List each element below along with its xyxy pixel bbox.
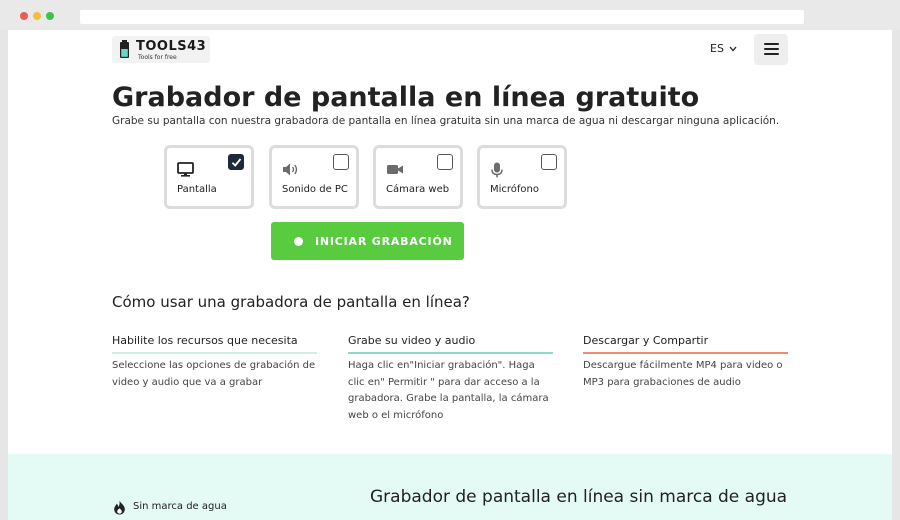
speaker-icon (283, 163, 298, 176)
menu-button[interactable] (754, 34, 788, 65)
step-1-text: Seleccione las opciones de grabación de … (112, 360, 316, 388)
option-microphone-label: Micrófono (490, 184, 540, 195)
browser-chrome (0, 0, 900, 30)
step-2-title: Grabe su video y audio (348, 334, 476, 347)
start-recording-button[interactable]: INICIAR GRABACIÓN (271, 222, 464, 260)
language-selector[interactable]: ES (710, 42, 737, 55)
flame-icon (114, 500, 125, 515)
language-code: ES (710, 42, 724, 55)
maximize-window-dot[interactable] (46, 12, 54, 20)
hamburger-icon (764, 43, 779, 45)
option-screen-checkbox[interactable] (228, 154, 244, 170)
chevron-down-icon (729, 46, 737, 52)
monitor-icon (177, 162, 194, 177)
page: TOOLS43 Tools for free ES Grabador de pa… (8, 30, 892, 520)
close-window-dot[interactable] (20, 12, 28, 20)
option-microphone-checkbox[interactable] (541, 154, 557, 170)
option-pc-sound[interactable]: Sonido de PC (269, 145, 359, 209)
record-dot-icon (294, 237, 303, 246)
step-3-title: Descargar y Compartir (583, 334, 709, 347)
logo-tagline: Tools for free (138, 54, 177, 61)
option-webcam[interactable]: Cámara web (373, 145, 463, 209)
checkmark-icon (231, 157, 241, 167)
option-webcam-label: Cámara web (386, 184, 450, 195)
hamburger-icon-line (764, 48, 779, 50)
step-3-text: Descargue fácilmente MP4 para video o MP… (583, 360, 783, 388)
page-subtitle: Grabe su pantalla con nuestra grabadora … (112, 115, 780, 127)
minimize-window-dot[interactable] (33, 12, 41, 20)
how-to-title: Cómo usar una grabadora de pantalla en l… (112, 293, 470, 311)
logo-text: TOOLS43 (136, 39, 207, 54)
step-2-text: Haga clic en"Iniciar grabación". Haga cl… (348, 360, 549, 421)
step-2-underline (348, 352, 553, 354)
no-watermark-label: Sin marca de agua (133, 501, 227, 512)
page-title: Grabador de pantalla en línea gratuito (112, 82, 700, 113)
start-recording-label: INICIAR GRABACIÓN (315, 235, 453, 248)
option-screen[interactable]: Pantalla (164, 145, 254, 209)
step-1-title: Habilite los recursos que necesita (112, 334, 298, 347)
option-screen-label: Pantalla (177, 184, 217, 195)
step-1-underline (112, 352, 317, 354)
site-logo[interactable]: TOOLS43 Tools for free (112, 36, 210, 63)
camera-icon (387, 165, 403, 174)
address-bar[interactable] (80, 10, 804, 24)
option-webcam-checkbox[interactable] (437, 154, 453, 170)
feature-band-title: Grabador de pantalla en línea sin marca … (370, 487, 788, 507)
option-microphone[interactable]: Micrófono (477, 145, 567, 209)
microphone-icon (491, 162, 503, 178)
step-3-underline (583, 352, 788, 354)
option-pc-sound-label: Sonido de PC (282, 184, 348, 195)
logo-battery-icon (120, 40, 129, 58)
option-pc-sound-checkbox[interactable] (333, 154, 349, 170)
hamburger-icon-line (764, 53, 779, 55)
